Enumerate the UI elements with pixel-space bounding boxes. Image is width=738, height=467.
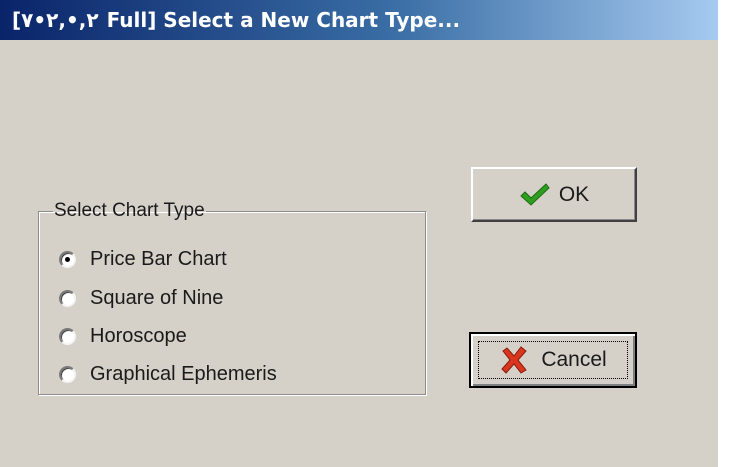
radio-option-square-of-nine[interactable]: Square of Nine	[59, 284, 223, 312]
radio-button[interactable]	[59, 250, 76, 268]
radio-button[interactable]	[59, 289, 76, 307]
group-legend: Select Chart Type	[54, 200, 205, 221]
ok-label: OK	[558, 182, 590, 206]
radio-label: Price Bar Chart	[90, 247, 227, 270]
x-icon	[499, 345, 529, 375]
radio-option-price-bar-chart[interactable]: Price Bar Chart	[59, 245, 227, 273]
cancel-button[interactable]: Cancel	[469, 332, 637, 388]
dialog-window: [٢,•,٢•٧ Full] Select a New Chart Type...…	[0, 0, 738, 467]
cancel-label: Cancel	[541, 348, 607, 371]
ok-button[interactable]: OK	[471, 167, 637, 222]
chart-type-group: Select Chart Type Price Bar Chart Square…	[38, 200, 426, 395]
radio-button[interactable]	[59, 365, 76, 383]
radio-option-horoscope[interactable]: Horoscope	[59, 322, 187, 350]
radio-label: Square of Nine	[90, 286, 224, 309]
radio-label: Horoscope	[90, 324, 187, 347]
title-bar[interactable]: [٢,•,٢•٧ Full] Select a New Chart Type...	[0, 0, 718, 40]
radio-button[interactable]	[59, 327, 76, 345]
title-prefix: [٢,•,٢•٧	[12, 8, 99, 32]
radio-option-graphical-ephemeris[interactable]: Graphical Ephemeris	[59, 360, 277, 388]
checkmark-icon	[519, 182, 551, 208]
title-text: Full] Select a New Chart Type...	[106, 8, 461, 32]
radio-label: Graphical Ephemeris	[90, 362, 277, 385]
